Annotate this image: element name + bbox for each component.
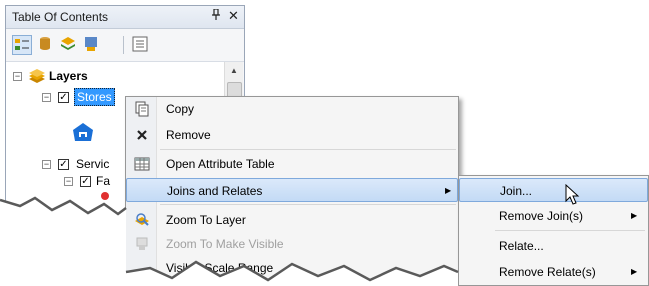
toc-title: Table Of Contents: [12, 10, 109, 24]
list-by-drawing-order-icon[interactable]: [12, 35, 32, 55]
menu-item-copy[interactable]: Copy: [126, 97, 458, 121]
menu-item-label: Remove Relate(s): [499, 265, 596, 279]
menu-item-label: Remove: [166, 128, 211, 142]
layer-context-menu: Copy Remove Open Attribute Table Joins a…: [125, 96, 459, 286]
menu-item-label: Copy: [166, 102, 195, 116]
layers-icon: [28, 67, 46, 88]
pin-icon[interactable]: [211, 8, 221, 24]
zoom-to-make-visible-icon: [134, 236, 150, 252]
menu-separator: [160, 204, 456, 205]
mouse-pointer-icon: [565, 183, 581, 209]
submenu-arrow-icon: ▶: [631, 211, 638, 220]
copy-icon: [134, 101, 150, 117]
list-by-source-icon[interactable]: [36, 35, 56, 55]
close-icon[interactable]: ✕: [228, 8, 239, 24]
submenu-item-join[interactable]: Join...: [459, 178, 648, 202]
menu-item-label: Join...: [500, 184, 533, 198]
stores-visibility-checkbox[interactable]: ✓: [58, 92, 69, 103]
menu-item-label: Zoom To Layer: [166, 213, 246, 227]
submenu-arrow-icon: ▶: [631, 267, 638, 276]
menu-item-label: Visible Scale Range: [166, 261, 274, 275]
menu-item-label: Zoom To Make Visible: [166, 237, 284, 251]
submenu-item-remove-relates[interactable]: Remove Relate(s) ▶: [459, 260, 648, 284]
menu-item-open-attribute-table[interactable]: Open Attribute Table: [126, 152, 458, 176]
list-by-selection-icon[interactable]: [82, 35, 102, 55]
submenu-item-remove-joins[interactable]: Remove Join(s) ▶: [459, 204, 648, 228]
menu-item-label: Remove Join(s): [499, 209, 584, 223]
toolbar-separator: [123, 36, 124, 54]
toc-toolbar: [6, 29, 244, 62]
collapse-icon[interactable]: −: [42, 93, 51, 102]
menu-item-zoom-to-make-visible[interactable]: Zoom To Make Visible: [126, 232, 458, 256]
menu-separator: [160, 149, 456, 150]
collapse-icon[interactable]: −: [13, 72, 22, 81]
layers-label[interactable]: Layers: [49, 69, 88, 83]
fa-visibility-checkbox[interactable]: ✓: [80, 176, 91, 187]
submenu-arrow-icon: ▶: [445, 186, 452, 195]
table-icon: [134, 156, 150, 172]
menu-item-label: Open Attribute Table: [166, 157, 275, 171]
toc-title-bar: Table Of Contents ✕: [6, 6, 244, 29]
stores-layer-label[interactable]: Stores: [74, 88, 115, 106]
menu-separator: [495, 230, 645, 231]
joins-and-relates-submenu: Join... Remove Join(s) ▶ Relate... Remov…: [458, 175, 649, 286]
menu-item-label: Joins and Relates: [167, 184, 263, 198]
submenu-item-relate[interactable]: Relate...: [459, 234, 648, 258]
menu-item-remove[interactable]: Remove: [126, 123, 458, 147]
collapse-icon[interactable]: −: [42, 160, 51, 169]
remove-x-icon: [134, 127, 150, 143]
collapse-icon[interactable]: −: [64, 177, 73, 186]
menu-item-label: Relate...: [499, 239, 544, 253]
options-icon[interactable]: [131, 35, 151, 55]
zoom-to-layer-icon: [134, 212, 150, 228]
list-by-visibility-icon[interactable]: [59, 35, 79, 55]
scroll-up-icon[interactable]: ▲: [230, 66, 238, 75]
store-symbol-icon: [72, 122, 94, 145]
menu-item-zoom-to-layer[interactable]: Zoom To Layer: [126, 208, 458, 232]
menu-item-visible-scale-range[interactable]: Visible Scale Range: [126, 256, 458, 280]
red-point-symbol: [101, 192, 109, 200]
fa-layer-label[interactable]: Fa: [96, 174, 110, 188]
service-visibility-checkbox[interactable]: ✓: [58, 159, 69, 170]
menu-item-joins-and-relates[interactable]: Joins and Relates ▶: [126, 178, 458, 202]
service-layer-label[interactable]: Servic: [76, 157, 109, 171]
